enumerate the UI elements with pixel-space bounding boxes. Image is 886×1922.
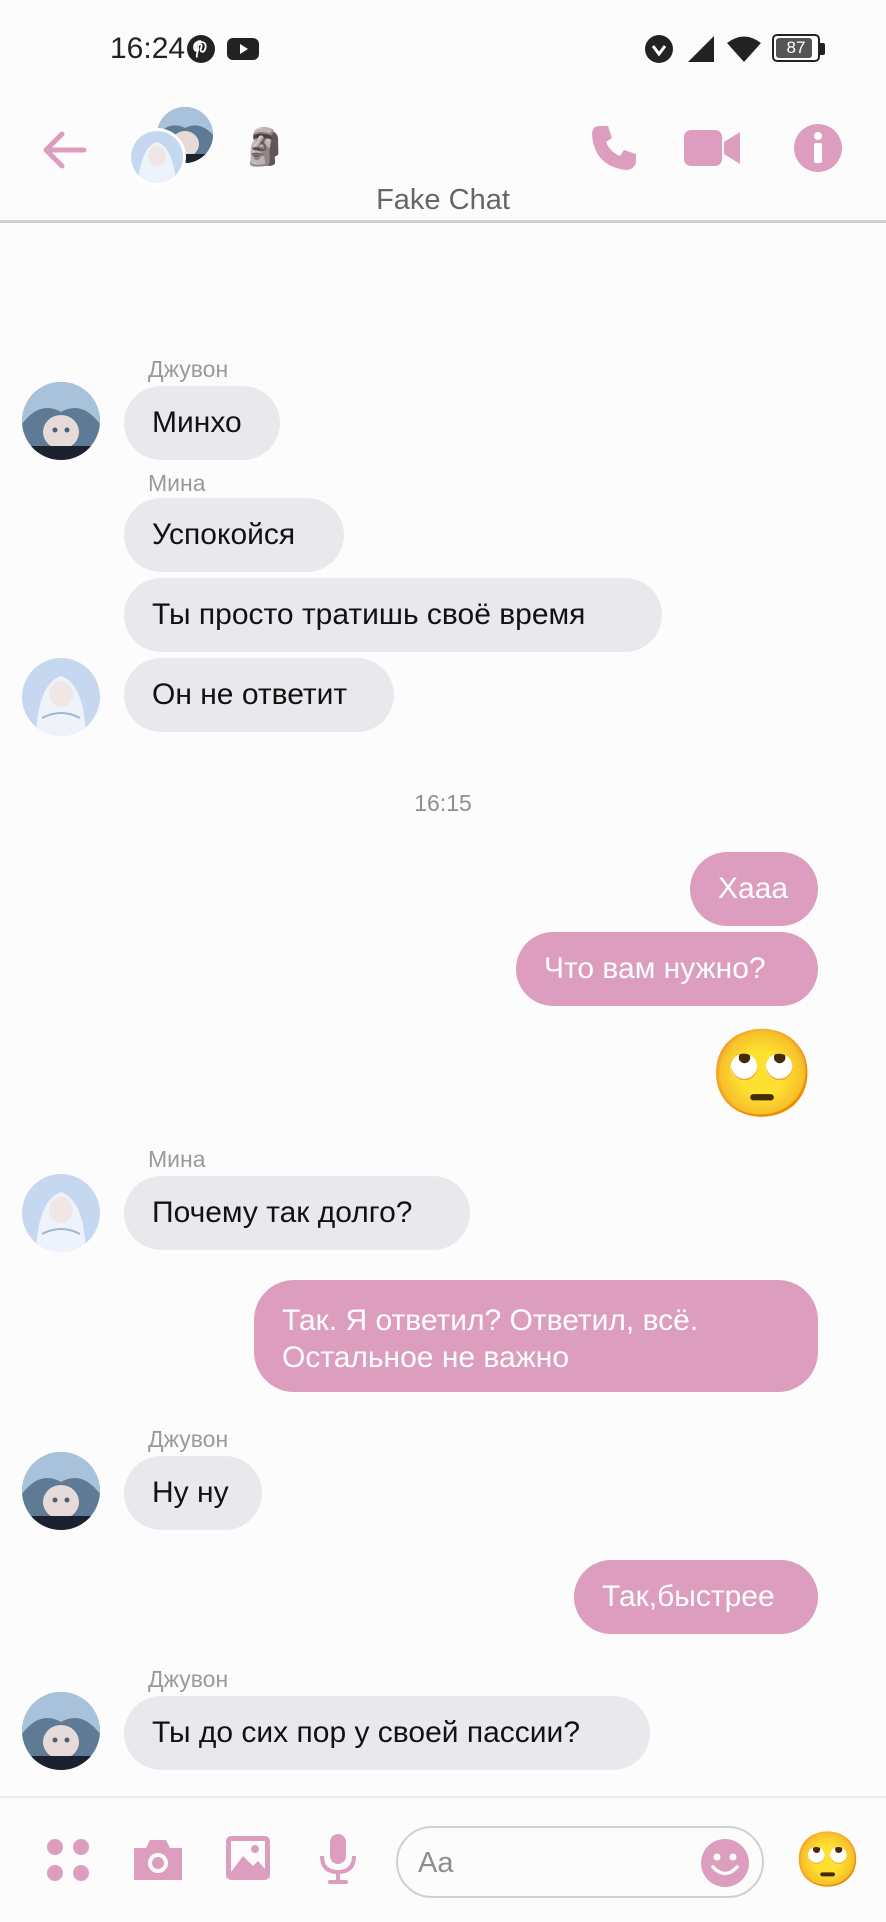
message-bubble-outgoing[interactable]: Хааа [690,852,818,926]
battery-icon: 87 [772,34,826,64]
status-bar: 16:24 87 [0,0,886,100]
message-bubble-outgoing[interactable]: Так. Я ответил? Ответил, всё. Остальное … [254,1280,818,1392]
chat-title: Fake Chat [376,184,510,216]
avatar-mina-small [128,128,186,186]
avatar-mina[interactable] [22,658,100,736]
message-bubble-incoming[interactable]: Ты просто тратишь своё время [124,578,662,652]
message-line: Так. Я ответил? Ответил, всё. [282,1304,699,1337]
wifi-icon [727,36,761,62]
avatar-mina[interactable] [22,1174,100,1252]
quick-reaction-emoji[interactable]: 🙄 [794,1826,861,1894]
message-bubble-outgoing[interactable]: Что вам нужно? [516,932,818,1006]
back-arrow-icon[interactable] [38,124,90,176]
chat-header: 🗿 Fake Chat [0,100,886,223]
video-camera-icon[interactable] [684,124,742,172]
message-bubble-outgoing[interactable]: Так,быстрее [574,1560,818,1634]
message-line: Остальное не важно [282,1341,570,1374]
sender-name: Джувон [148,1666,229,1692]
avatar-juvon[interactable] [22,1692,100,1770]
gallery-icon[interactable] [224,1834,272,1882]
time-separator: 16:15 [414,790,472,816]
participant-emoji: 🗿 [242,126,287,167]
camera-icon[interactable] [130,1836,186,1884]
message-bubble-incoming[interactable]: Почему так долго? [124,1176,470,1250]
vpn-check-icon [645,35,673,63]
phone-icon[interactable] [588,122,640,174]
message-bubble-incoming[interactable]: Он не ответит [124,658,394,732]
status-time: 16:24 [110,32,186,65]
message-input[interactable] [416,1838,680,1888]
sender-name: Джувон [148,1426,229,1452]
pinterest-icon [187,35,215,63]
info-icon[interactable] [792,122,844,174]
apps-menu-icon[interactable] [44,1836,92,1884]
battery-level: 87 [786,38,806,57]
avatar-juvon[interactable] [22,382,100,460]
emoji-message[interactable]: 🙄 [709,1024,816,1124]
cellular-signal-icon [688,36,714,62]
sender-name: Мина [148,470,206,496]
group-avatar-stack[interactable]: 🗿 [128,106,287,186]
sender-name: Джувон [148,356,229,382]
avatar-juvon[interactable] [22,1452,100,1530]
emoji-picker-icon[interactable] [700,1838,750,1888]
message-bubble-incoming[interactable]: Успокойся [124,498,344,572]
message-composer: 🙄 [0,1796,886,1922]
message-bubble-incoming[interactable]: Минхо [124,386,280,460]
youtube-icon [227,38,259,60]
message-bubble-incoming[interactable]: Ты до сих пор у своей пассии? [124,1696,650,1770]
microphone-icon[interactable] [314,1832,362,1886]
message-bubble-incoming[interactable]: Ну ну [124,1456,262,1530]
message-input-container[interactable] [396,1826,764,1898]
sender-name: Мина [148,1146,206,1172]
